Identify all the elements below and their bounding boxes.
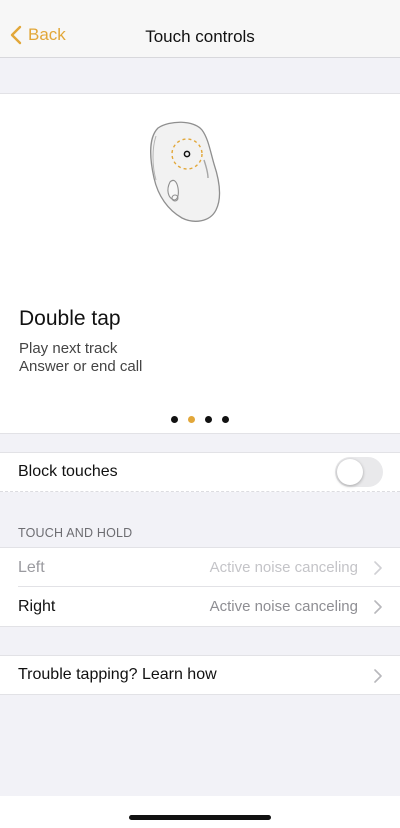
gesture-card[interactable]: Double tap Play next track Answer or end… xyxy=(0,93,400,434)
bottom-bar xyxy=(0,796,400,828)
navigation-bar: Back Touch controls xyxy=(0,0,400,58)
page-dot[interactable] xyxy=(205,416,212,423)
home-indicator[interactable] xyxy=(129,815,271,820)
page-dot-active[interactable] xyxy=(188,416,195,423)
right-row-label: Right xyxy=(18,597,56,615)
right-touch-hold-row[interactable]: Right Active noise canceling xyxy=(0,587,400,627)
chevron-right-icon xyxy=(374,561,382,575)
page-indicator[interactable] xyxy=(0,416,400,423)
gesture-action-2: Answer or end call xyxy=(19,358,143,375)
gesture-title: Double tap xyxy=(19,307,121,330)
trouble-tapping-label: Trouble tapping? Learn how xyxy=(18,666,217,683)
toggle-knob xyxy=(337,459,363,485)
touch-and-hold-header: TOUCH AND HOLD xyxy=(18,526,133,540)
page-title: Touch controls xyxy=(145,27,255,46)
trouble-tapping-row[interactable]: Trouble tapping? Learn how xyxy=(0,655,400,695)
page-dot[interactable] xyxy=(222,416,229,423)
right-row-value: Active noise canceling xyxy=(209,598,358,615)
left-touch-hold-row[interactable]: Left Active noise canceling xyxy=(0,547,400,587)
gesture-action-1: Play next track xyxy=(19,340,118,357)
block-touches-row: Block touches xyxy=(0,452,400,492)
block-touches-label: Block touches xyxy=(18,463,118,480)
chevron-right-icon xyxy=(374,669,382,683)
earbud-illustration xyxy=(150,121,221,222)
left-row-value: Active noise canceling xyxy=(209,559,358,576)
block-touches-toggle[interactable] xyxy=(335,457,383,487)
chevron-right-icon xyxy=(374,600,382,614)
left-row-label: Left xyxy=(18,558,45,576)
page-dot[interactable] xyxy=(171,416,178,423)
